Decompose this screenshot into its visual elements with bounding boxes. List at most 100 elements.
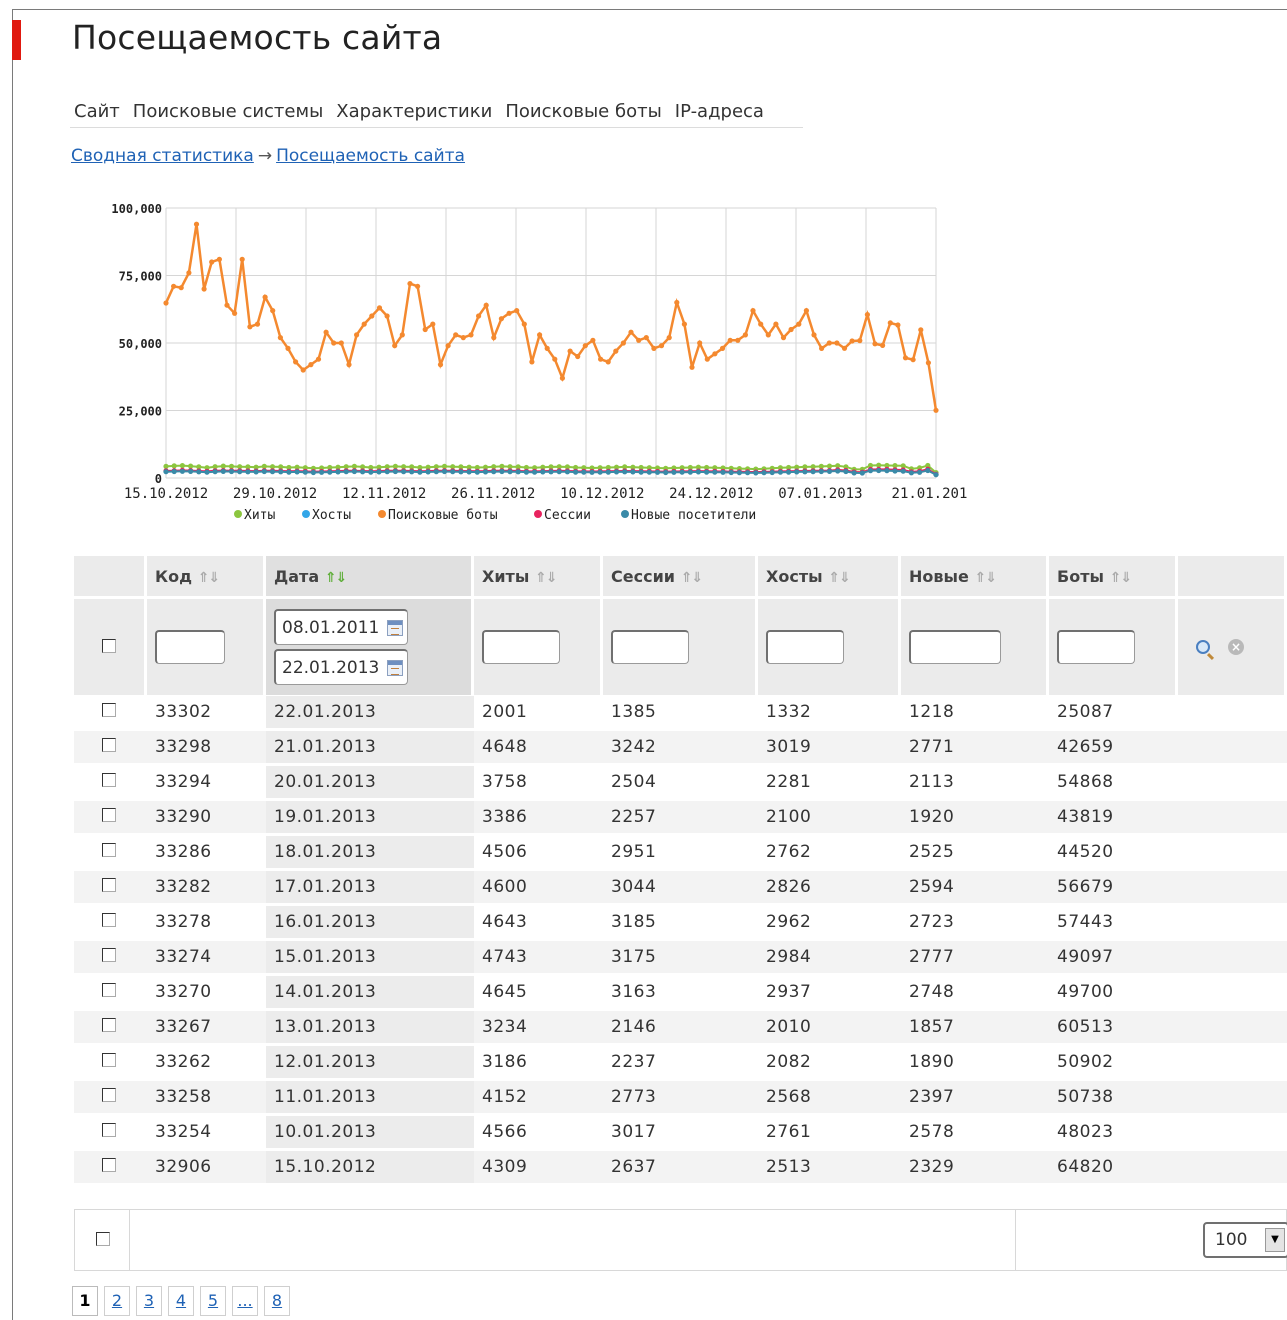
date-from-field[interactable]: 08.01.2011 <box>274 609 408 645</box>
sort-arrows-icon[interactable]: ⇑⇓ <box>325 570 347 586</box>
page-size-select[interactable]: 100 ▼ <box>1203 1222 1287 1258</box>
sort-arrows-icon[interactable]: ⇑⇓ <box>681 570 703 586</box>
row-checkbox[interactable] <box>102 983 116 997</box>
filter-input-hosts[interactable] <box>766 630 844 664</box>
table-row[interactable]: 33302 22.01.2013 2001 1385 1332 1218 25087 <box>74 695 1287 730</box>
table-row[interactable]: 33254 10.01.2013 4566 3017 2761 2578 48023 <box>74 1115 1287 1150</box>
table-row[interactable]: 33290 19.01.2013 3386 2257 2100 1920 43819 <box>74 800 1287 835</box>
row-checkbox[interactable] <box>102 948 116 962</box>
data-point <box>581 469 587 475</box>
row-checkbox[interactable] <box>102 1158 116 1172</box>
tab-ip-addresses[interactable]: IP-адреса <box>671 97 773 127</box>
calendar-icon[interactable] <box>387 659 403 676</box>
row-checkbox[interactable] <box>102 913 116 927</box>
data-point <box>597 469 603 475</box>
select-all-checkbox[interactable] <box>102 638 116 653</box>
tab-search-bots[interactable]: Поисковые боты <box>501 97 670 127</box>
row-checkbox[interactable] <box>102 878 116 892</box>
table-row[interactable]: 33270 14.01.2013 4645 3163 2937 2748 49700 <box>74 975 1287 1010</box>
data-point <box>237 469 243 475</box>
column-header-sessions[interactable]: Сессии ⇑⇓ <box>603 556 758 596</box>
row-checkbox[interactable] <box>102 1088 116 1102</box>
filter-input-new[interactable] <box>909 630 1001 664</box>
page-link[interactable]: 4 <box>168 1286 194 1316</box>
page-link[interactable]: ... <box>232 1286 258 1316</box>
column-header-code[interactable]: Код ⇑⇓ <box>147 556 266 596</box>
column-header-bots[interactable]: Боты ⇑⇓ <box>1049 556 1178 596</box>
table-row[interactable]: 33294 20.01.2013 3758 2504 2281 2113 54868 <box>74 765 1287 800</box>
cell-bots: 48023 <box>1049 1115 1178 1150</box>
row-checkbox[interactable] <box>102 738 116 752</box>
page-link-label[interactable]: 8 <box>272 1291 282 1310</box>
filter-input-bots[interactable] <box>1057 630 1135 664</box>
data-point <box>895 322 901 328</box>
table-row[interactable]: 33278 16.01.2013 4643 3185 2962 2723 57443 <box>74 905 1287 940</box>
table-row[interactable]: 33274 15.01.2013 4743 3175 2984 2777 49097 <box>74 940 1287 975</box>
data-point <box>628 329 634 335</box>
filter-input-code[interactable] <box>155 630 225 664</box>
page-current[interactable]: 1 <box>72 1286 98 1316</box>
table-row[interactable]: 33258 11.01.2013 4152 2773 2568 2397 50738 <box>74 1080 1287 1115</box>
cell-bots: 25087 <box>1049 695 1178 730</box>
footer-select-all-checkbox[interactable] <box>96 1232 110 1246</box>
row-checkbox[interactable] <box>102 1053 116 1067</box>
date-to-value: 22.01.2013 <box>282 657 380 678</box>
row-checkbox[interactable] <box>102 843 116 857</box>
cell-sessions: 2637 <box>603 1150 758 1185</box>
table-row[interactable]: 32906 15.10.2012 4309 2637 2513 2329 64820 <box>74 1150 1287 1185</box>
cell-new: 1890 <box>901 1045 1049 1080</box>
data-point <box>171 463 177 469</box>
row-checkbox[interactable] <box>102 703 116 717</box>
sort-arrows-icon[interactable]: ⇑⇓ <box>974 570 996 586</box>
table-row[interactable]: 33286 18.01.2013 4506 2951 2762 2525 44520 <box>74 835 1287 870</box>
breadcrumb-link-current[interactable]: Посещаемость сайта <box>276 146 465 166</box>
search-icon[interactable] <box>1196 640 1210 654</box>
column-header-date[interactable]: Дата ⇑⇓ <box>266 556 474 596</box>
column-header-hits[interactable]: Хиты ⇑⇓ <box>474 556 603 596</box>
calendar-icon[interactable] <box>387 619 403 636</box>
cell-new: 2397 <box>901 1080 1049 1115</box>
chevron-down-icon[interactable]: ▼ <box>1265 1228 1285 1252</box>
table-row[interactable]: 33298 21.01.2013 4648 3242 3019 2771 42659 <box>74 730 1287 765</box>
data-point <box>727 337 733 343</box>
series-line <box>164 224 938 411</box>
tab-site[interactable]: Сайт <box>70 97 129 127</box>
table-row[interactable]: 33267 13.01.2013 3234 2146 2010 1857 60513 <box>74 1010 1287 1045</box>
sort-arrows-icon[interactable]: ⇑⇓ <box>198 570 220 586</box>
page-link-label[interactable]: 4 <box>176 1291 186 1310</box>
sort-arrows-icon[interactable]: ⇑⇓ <box>535 570 557 586</box>
page-link[interactable]: 8 <box>264 1286 290 1316</box>
data-point <box>212 469 218 475</box>
row-checkbox[interactable] <box>102 1123 116 1137</box>
tab-search-engines[interactable]: Поисковые системы <box>129 97 333 127</box>
cell-bots: 49700 <box>1049 975 1178 1010</box>
column-header-new[interactable]: Новые ⇑⇓ <box>901 556 1049 596</box>
row-checkbox[interactable] <box>102 1018 116 1032</box>
row-checkbox[interactable] <box>102 773 116 787</box>
sort-arrows-icon[interactable]: ⇑⇓ <box>1110 570 1132 586</box>
data-point <box>925 467 931 474</box>
table-row[interactable]: 33262 12.01.2013 3186 2237 2082 1890 50902 <box>74 1045 1287 1080</box>
breadcrumb-link-summary[interactable]: Сводная статистика <box>71 146 254 166</box>
date-to-field[interactable]: 22.01.2013 <box>274 649 408 685</box>
page-link-label[interactable]: 5 <box>208 1291 218 1310</box>
sort-arrows-icon[interactable]: ⇑⇓ <box>828 570 850 586</box>
page-link[interactable]: 5 <box>200 1286 226 1316</box>
cell-new: 1857 <box>901 1010 1049 1045</box>
table-row[interactable]: 33282 17.01.2013 4600 3044 2826 2594 56679 <box>74 870 1287 905</box>
clear-filter-icon[interactable]: × <box>1228 639 1244 655</box>
filter-input-hits[interactable] <box>482 630 560 664</box>
page-link-label[interactable]: 2 <box>112 1291 122 1310</box>
tab-characteristics[interactable]: Характеристики <box>332 97 501 127</box>
data-point <box>559 375 565 381</box>
column-header-hosts[interactable]: Хосты ⇑⇓ <box>758 556 901 596</box>
row-checkbox[interactable] <box>102 808 116 822</box>
page-link-label[interactable]: ... <box>237 1291 252 1310</box>
page-link-label[interactable]: 3 <box>144 1291 154 1310</box>
page-link[interactable]: 3 <box>136 1286 162 1316</box>
page-link[interactable]: 2 <box>104 1286 130 1316</box>
data-point <box>687 469 693 475</box>
filter-input-sessions[interactable] <box>611 630 689 664</box>
row-actions-cell <box>1178 765 1287 800</box>
filter-cell-hits <box>474 596 603 695</box>
